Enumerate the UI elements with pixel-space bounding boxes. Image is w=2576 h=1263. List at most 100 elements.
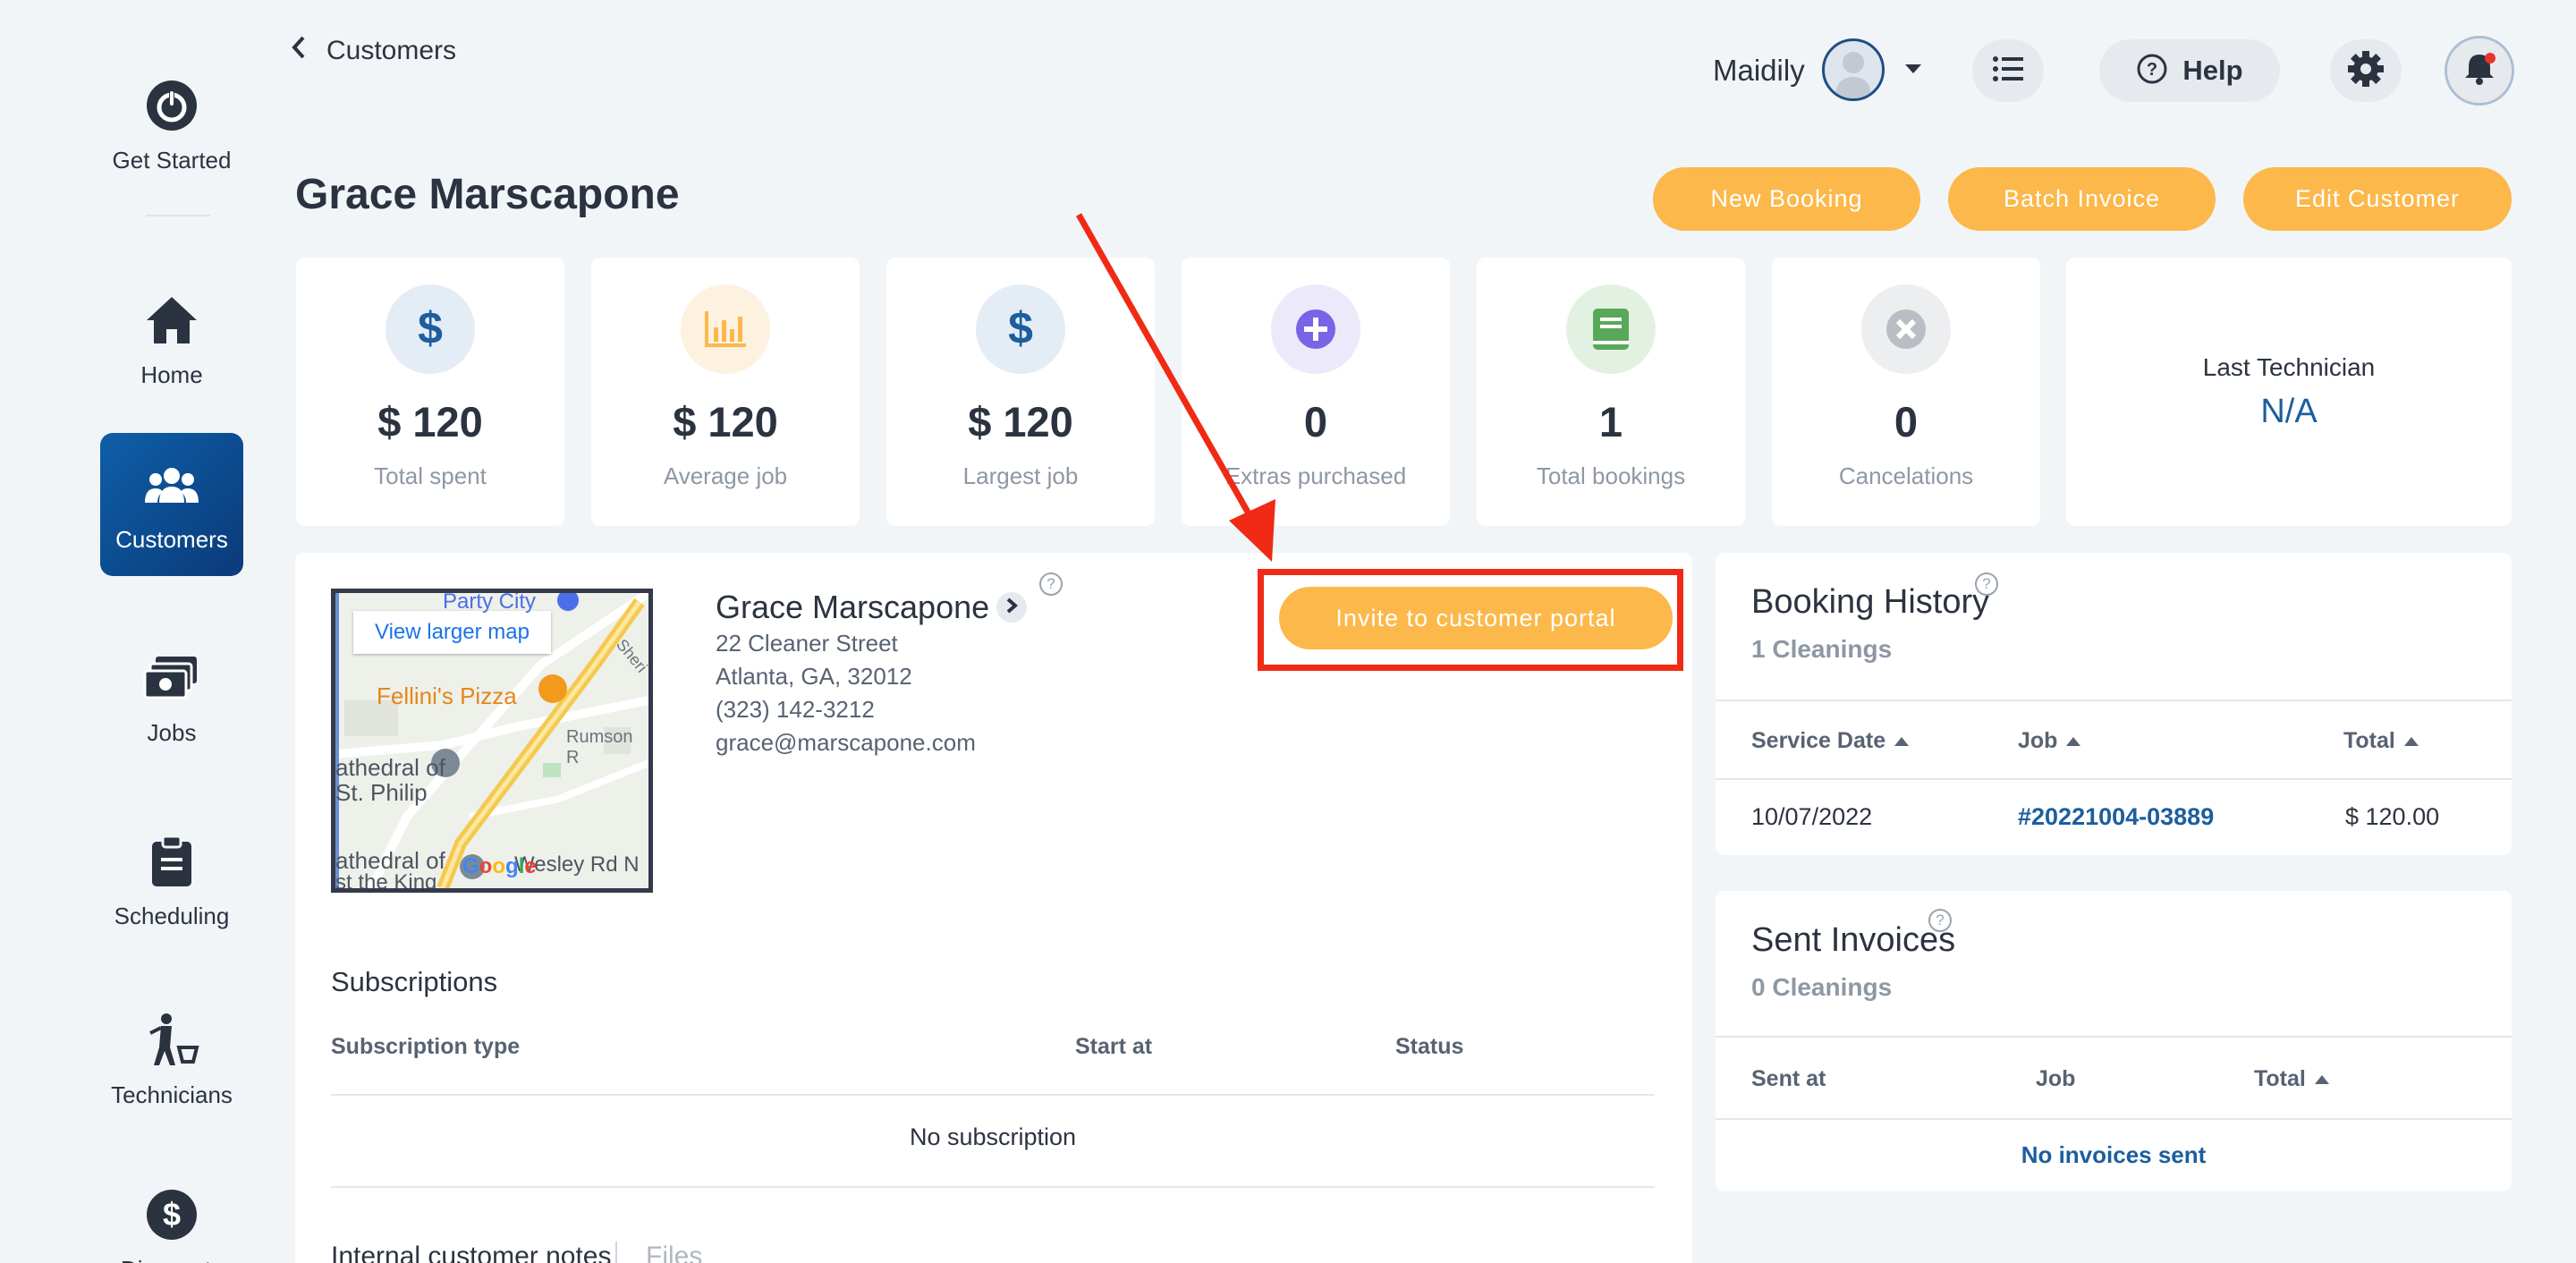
- clipboard-icon: [143, 833, 200, 890]
- last-technician-title: Last Technician: [2202, 352, 2376, 381]
- settings-button[interactable]: [2330, 39, 2402, 102]
- sidebar-item-discounts[interactable]: $ Discounts: [100, 1163, 243, 1263]
- sidebar-item-label: Home: [140, 360, 203, 388]
- invite-to-portal-button[interactable]: Invite to customer portal: [1279, 587, 1673, 649]
- sidebar-item-scheduling[interactable]: Scheduling: [100, 810, 243, 953]
- column-header-total[interactable]: Total: [2254, 1066, 2329, 1092]
- list-view-button[interactable]: [1972, 39, 2044, 102]
- booking-history-title: Booking History: [1751, 583, 1990, 621]
- stat-label: Largest job: [962, 462, 1079, 489]
- svg-text:?: ?: [2147, 60, 2157, 80]
- question-circle-icon[interactable]: ?: [1928, 909, 1952, 932]
- user-name[interactable]: Maidily: [1713, 54, 1805, 88]
- money-icon: [143, 649, 200, 707]
- customer-phone: (323) 142-3212: [716, 696, 875, 723]
- column-header-job[interactable]: Job: [2036, 1066, 2075, 1092]
- sidebar-item-customers[interactable]: Customers: [100, 433, 243, 576]
- sidebar-item-technicians[interactable]: Technicians: [100, 988, 243, 1132]
- page-title: Grace Marscapone: [295, 171, 680, 218]
- sidebar-item-home[interactable]: Home: [100, 268, 243, 411]
- stat-card-cancelations: 0 Cancelations: [1772, 258, 2040, 526]
- map[interactable]: View larger map Party City Fellini's Piz…: [331, 589, 653, 893]
- sidebar-item-label: Customers: [115, 525, 228, 553]
- stat-value: 0: [1894, 398, 1919, 445]
- google-logo: Google: [462, 854, 537, 878]
- sidebar: Get Started Home Customers Jobs Scheduli…: [0, 0, 340, 1263]
- last-technician-card: Last Technician N/A: [2066, 258, 2512, 526]
- sort-asc-icon: [2314, 1074, 2329, 1084]
- bar-chart-icon: [681, 284, 770, 374]
- sort-asc-icon: [1894, 736, 1910, 746]
- map-place-label: athedral of: [335, 754, 445, 781]
- sort-asc-icon: [2066, 736, 2081, 746]
- customer-address-line2: Atlanta, GA, 32012: [716, 663, 912, 690]
- customer-details-panel: View larger map Party City Fellini's Piz…: [295, 553, 1692, 1263]
- sidebar-item-get-started[interactable]: Get Started: [100, 54, 243, 197]
- column-header-service-date[interactable]: Service Date: [1751, 728, 1910, 754]
- notifications-button[interactable]: [2445, 36, 2514, 106]
- stat-value: 1: [1598, 398, 1623, 445]
- column-header-total[interactable]: Total: [2343, 728, 2419, 754]
- view-larger-map-link[interactable]: View larger map: [353, 611, 551, 654]
- tab-files[interactable]: Files: [646, 1242, 702, 1263]
- booking-job-link[interactable]: #20221004-03889: [2018, 803, 2214, 831]
- divider: [1716, 1036, 2512, 1038]
- sent-invoices-panel: Sent Invoices ? 0 Cleanings Sent at Job …: [1716, 891, 2512, 1191]
- map-place-label: Party City: [443, 589, 537, 614]
- column-header-start-at: Start at: [1075, 1034, 1153, 1059]
- tab-separator: [615, 1242, 617, 1263]
- sent-invoices-subtitle: 0 Cleanings: [1751, 973, 1893, 1001]
- sidebar-item-label: Technicians: [111, 1081, 233, 1108]
- stat-label: Total bookings: [1536, 462, 1686, 489]
- cleaner-icon: [143, 1012, 200, 1069]
- stat-label: Average job: [663, 462, 788, 489]
- sent-invoices-title: Sent Invoices: [1751, 921, 1956, 959]
- customer-email: grace@marscapone.com: [716, 729, 976, 756]
- subscriptions-title: Subscriptions: [331, 966, 498, 997]
- svg-text:$: $: [1008, 303, 1033, 353]
- sidebar-divider: [146, 215, 210, 216]
- subscriptions-empty: No subscription: [909, 1123, 1077, 1150]
- breadcrumb-label: Customers: [326, 36, 457, 65]
- sort-asc-icon: [2403, 736, 2419, 746]
- avatar[interactable]: [1822, 38, 1885, 101]
- column-header-subscription-type: Subscription type: [331, 1034, 521, 1059]
- book-icon: [1566, 284, 1656, 374]
- home-icon: [143, 292, 200, 349]
- sidebar-item-label: Scheduling: [114, 902, 230, 929]
- batch-invoice-button[interactable]: Batch Invoice: [1948, 167, 2216, 231]
- dollar-icon: $: [143, 1186, 200, 1243]
- divider: [1716, 699, 2512, 701]
- chevron-down-icon[interactable]: [1903, 63, 1923, 80]
- breadcrumb[interactable]: Customers: [291, 36, 456, 66]
- divider: [331, 1094, 1655, 1096]
- last-technician-value: N/A: [2260, 392, 2318, 430]
- edit-customer-button[interactable]: Edit Customer: [2243, 167, 2512, 231]
- customer-detail-expand-button[interactable]: [996, 592, 1027, 623]
- map-place-label: Rumson R: [566, 727, 633, 767]
- help-button[interactable]: ? Help: [2099, 39, 2280, 102]
- column-header-job[interactable]: Job: [2018, 728, 2081, 754]
- stat-card-average-job: $ 120 Average job: [591, 258, 860, 526]
- booking-date: 10/07/2022: [1751, 803, 1873, 830]
- new-booking-button[interactable]: New Booking: [1653, 167, 1920, 231]
- sidebar-item-jobs[interactable]: Jobs: [100, 626, 243, 769]
- tab-internal-customer-notes[interactable]: Internal customer notes: [331, 1242, 612, 1263]
- svg-text:$: $: [163, 1196, 181, 1233]
- booking-total: $ 120.00: [2345, 803, 2440, 830]
- stat-value: $ 120: [377, 398, 483, 445]
- gear-icon: [2346, 49, 2385, 93]
- question-circle-icon[interactable]: ?: [1975, 572, 1998, 596]
- stat-value: $ 120: [968, 398, 1073, 445]
- divider: [1716, 778, 2512, 780]
- sidebar-item-label: Get Started: [112, 146, 232, 174]
- column-header-sent-at[interactable]: Sent at: [1751, 1066, 1826, 1092]
- chevron-left-icon: [291, 36, 307, 66]
- question-circle-icon[interactable]: ?: [1039, 572, 1063, 596]
- stat-card-total-bookings: 1 Total bookings: [1477, 258, 1745, 526]
- power-icon: [143, 77, 200, 134]
- stat-card-total-spent: $ $ 120 Total spent: [296, 258, 564, 526]
- bell-icon: [2462, 51, 2497, 91]
- divider: [1716, 1118, 2512, 1120]
- map-place-label: Fellini's Pizza: [377, 682, 517, 709]
